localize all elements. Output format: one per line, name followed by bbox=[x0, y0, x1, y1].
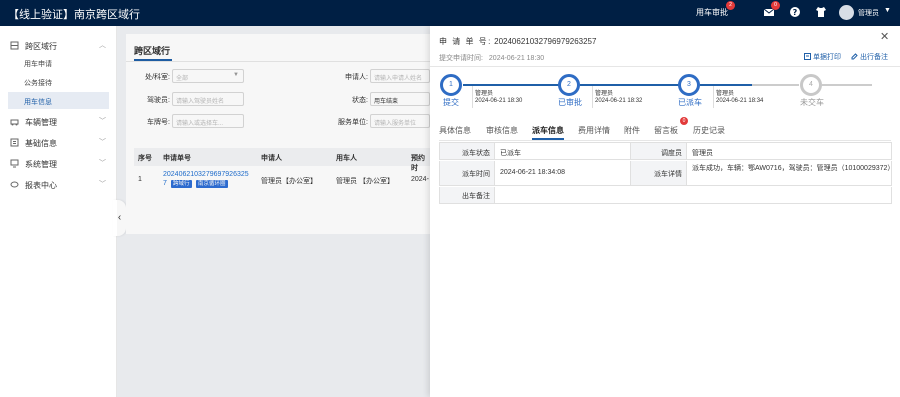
chevron-down-icon: ﹀ bbox=[99, 181, 106, 188]
dispatcher-label: 调度员 bbox=[631, 143, 686, 159]
step-3-label: 已派车 bbox=[678, 98, 702, 107]
active-tab-indicator bbox=[532, 138, 564, 140]
detail-drawer: ✕ 申 请 单 号: 20240621032796979263257 提交申请时… bbox=[430, 26, 900, 397]
sidebar-item-label: 用车申请 bbox=[24, 61, 52, 68]
step-2-label: 已审批 bbox=[558, 98, 582, 107]
sidebar-item-reception[interactable]: 公务接待 bbox=[8, 73, 109, 90]
svg-text:?: ? bbox=[793, 8, 798, 17]
shirt-icon[interactable] bbox=[815, 6, 827, 18]
dispatch-time-label: 派车时间 bbox=[440, 161, 494, 185]
sidebar-menu-vehicle[interactable]: 车辆管理 ﹀ bbox=[0, 112, 117, 130]
divider bbox=[439, 140, 891, 141]
chevron-down-icon: ﹀ bbox=[99, 160, 106, 167]
cross-region-icon bbox=[10, 41, 19, 50]
step-3-operator: 管理员 bbox=[716, 91, 735, 97]
step-connector bbox=[580, 84, 688, 86]
help-icon[interactable]: ? bbox=[789, 6, 801, 18]
overlay-mask[interactable] bbox=[117, 26, 430, 397]
info-icon bbox=[10, 138, 19, 147]
step-connector bbox=[822, 84, 872, 86]
dispatch-status-value: 已派车 bbox=[500, 150, 521, 157]
message-badge: 0 bbox=[680, 117, 688, 125]
detail-row: 派车时间 2024-06-21 18:34:08 派车详情 派车成功，车辆：鄂A… bbox=[439, 161, 895, 186]
user-name[interactable]: 管理员 bbox=[858, 8, 879, 18]
app-title: 【线上验证】南京跨区域行 bbox=[8, 9, 140, 21]
divider bbox=[430, 66, 900, 67]
tab-dispatch[interactable]: 派车信息 bbox=[532, 125, 564, 136]
tab-attachments[interactable]: 附件 bbox=[624, 125, 640, 136]
application-number: 申 请 单 号: 20240621032796979263257 bbox=[439, 36, 596, 47]
dispatcher-value: 管理员 bbox=[692, 150, 713, 157]
avatar[interactable] bbox=[839, 5, 854, 20]
sidebar-menu-report[interactable]: 报表中心 ﹀ bbox=[0, 175, 117, 193]
mail-badge: 0 bbox=[771, 1, 780, 10]
edit-icon bbox=[851, 53, 858, 60]
sidebar-menu-label: 跨区域行 bbox=[25, 42, 57, 51]
chevron-down-icon: ﹀ bbox=[99, 139, 106, 146]
application-number-label: 申 请 单 号: bbox=[439, 37, 492, 46]
travel-remark-button[interactable]: 出行备注 bbox=[851, 52, 888, 62]
sidebar-menu-system[interactable]: 系统管理 ﹀ bbox=[0, 154, 117, 172]
chevron-down-icon: ﹀ bbox=[99, 118, 106, 125]
step-connector bbox=[752, 84, 799, 86]
divider bbox=[472, 86, 473, 108]
sidebar-item-car-info[interactable]: 用车信息 bbox=[8, 92, 109, 109]
step-2-operator: 管理员 bbox=[595, 91, 614, 97]
submit-time-value: 2024-06-21 18:30 bbox=[488, 55, 545, 62]
step-1-circle: 1 bbox=[440, 74, 462, 96]
submit-time-label: 提交申请时间: bbox=[439, 55, 483, 62]
print-label: 单据打印 bbox=[812, 54, 841, 61]
sidebar-menu-label: 基础信息 bbox=[25, 139, 57, 148]
sidebar-menu-cross-region[interactable]: 跨区域行 ︿ bbox=[0, 36, 117, 54]
report-icon bbox=[10, 181, 19, 188]
sidebar-item-label: 用车信息 bbox=[24, 99, 52, 106]
chevron-up-icon: ︿ bbox=[99, 42, 106, 49]
car-icon bbox=[10, 119, 19, 126]
sidebar-item-car-apply[interactable]: 用车申请 bbox=[8, 54, 109, 71]
system-icon bbox=[10, 159, 19, 168]
car-approval-badge: 2 bbox=[726, 1, 735, 10]
detail-row: 派车状态 已派车 调度员 管理员 bbox=[439, 142, 892, 160]
top-bar: 【线上验证】南京跨区域行 用车审批 2 0 ? 管理员 ▼ bbox=[0, 0, 900, 26]
step-3-time: 2024-06-21 18:34 bbox=[716, 98, 764, 104]
tab-messages[interactable]: 留言板 bbox=[654, 125, 678, 136]
step-4-circle: 4 bbox=[800, 74, 822, 96]
step-connector bbox=[463, 84, 570, 86]
step-4-label: 未交车 bbox=[800, 98, 824, 107]
dispatch-time-value: 2024-06-21 18:34:08 bbox=[500, 169, 565, 176]
out-remark-label: 出车备注 bbox=[440, 187, 494, 203]
sidebar-menu-label: 车辆管理 bbox=[25, 118, 57, 127]
print-icon bbox=[804, 53, 811, 60]
step-connector bbox=[700, 84, 752, 86]
divider bbox=[592, 86, 593, 108]
step-2-time: 2024-06-21 18:32 bbox=[595, 98, 643, 104]
tab-details[interactable]: 具体信息 bbox=[439, 125, 471, 136]
step-2-circle: 2 bbox=[558, 74, 580, 96]
divider bbox=[494, 187, 495, 203]
sidebar-menu-label: 报表中心 bbox=[25, 181, 57, 190]
sidebar-item-label: 公务接待 bbox=[24, 80, 52, 87]
chevron-down-icon[interactable]: ▼ bbox=[884, 7, 891, 14]
detail-row: 出车备注 bbox=[439, 187, 892, 204]
close-icon[interactable]: ✕ bbox=[880, 30, 889, 43]
step-3-circle: 3 bbox=[678, 74, 700, 96]
travel-remark-label: 出行备注 bbox=[859, 54, 888, 61]
dispatch-status-label: 派车状态 bbox=[440, 143, 494, 159]
step-1-label: 提交 bbox=[443, 98, 459, 107]
dispatch-detail-value: 派车成功，车辆：鄂AW0716，驾驶员：管理员（10100029372） bbox=[692, 165, 895, 172]
submit-time: 提交申请时间: 2024-06-21 18:30 bbox=[439, 53, 544, 63]
dispatch-detail-label: 派车详情 bbox=[631, 161, 686, 185]
print-button[interactable]: 单据打印 bbox=[804, 52, 841, 62]
divider bbox=[713, 86, 714, 108]
step-1-time: 2024-06-21 18:30 bbox=[475, 98, 523, 104]
sidebar-menu-basic-info[interactable]: 基础信息 ﹀ bbox=[0, 133, 117, 151]
tab-fees[interactable]: 费用详情 bbox=[578, 125, 610, 136]
tab-review[interactable]: 审核信息 bbox=[486, 125, 518, 136]
car-approval-link[interactable]: 用车审批 bbox=[696, 7, 728, 18]
tab-history[interactable]: 历史记录 bbox=[693, 125, 725, 136]
sidebar: 跨区域行 ︿ 用车申请 公务接待 用车信息 车辆管理 ﹀ 基础信息 ﹀ 系统管理… bbox=[0, 26, 117, 397]
application-number-value: 20240621032796979263257 bbox=[494, 37, 597, 46]
step-1-operator: 管理员 bbox=[475, 91, 494, 97]
sidebar-menu-label: 系统管理 bbox=[25, 160, 57, 169]
